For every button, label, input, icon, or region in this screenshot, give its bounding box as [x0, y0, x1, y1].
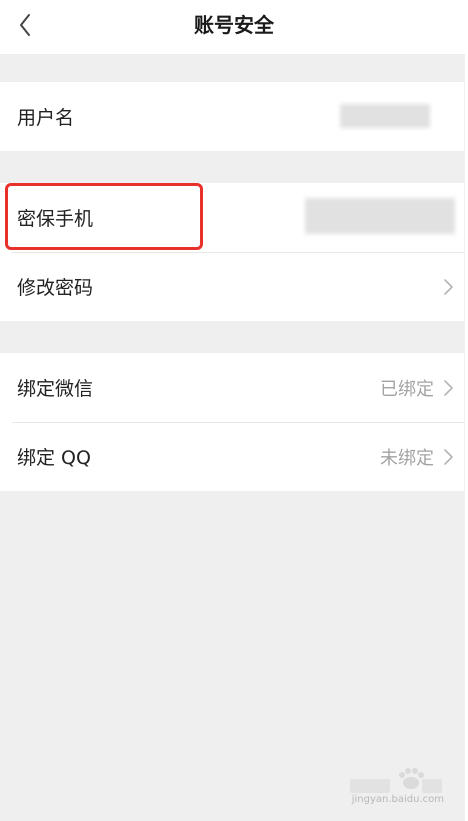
header: 账号安全	[0, 0, 468, 54]
row-label: 绑定微信	[17, 378, 94, 400]
row-value: 已绑定	[380, 378, 434, 400]
row-value: 未绑定	[380, 447, 434, 469]
page-title: 账号安全	[194, 13, 274, 37]
highlight-annotation-box	[5, 183, 203, 250]
row-label: 绑定 QQ	[17, 447, 91, 469]
row-username[interactable]: 用户名	[0, 82, 464, 151]
row-change-password[interactable]: 修改密码	[0, 252, 464, 321]
username-value-blurred	[340, 104, 430, 128]
row-label: 修改密码	[17, 277, 94, 299]
account-group: 用户名	[0, 82, 464, 151]
chevron-right-icon	[444, 379, 453, 396]
phone-value-blurred	[305, 198, 455, 234]
chevron-right-icon	[444, 448, 453, 465]
row-label: 用户名	[17, 107, 75, 129]
row-bind-wechat[interactable]: 绑定微信 已绑定	[0, 353, 464, 422]
row-bind-qq[interactable]: 绑定 QQ 未绑定	[0, 422, 464, 491]
binding-group: 绑定微信 已绑定 绑定 QQ 未绑定	[0, 353, 464, 491]
watermark-text: jingyan.baidu.com	[351, 794, 444, 805]
chevron-right-icon	[444, 278, 453, 295]
